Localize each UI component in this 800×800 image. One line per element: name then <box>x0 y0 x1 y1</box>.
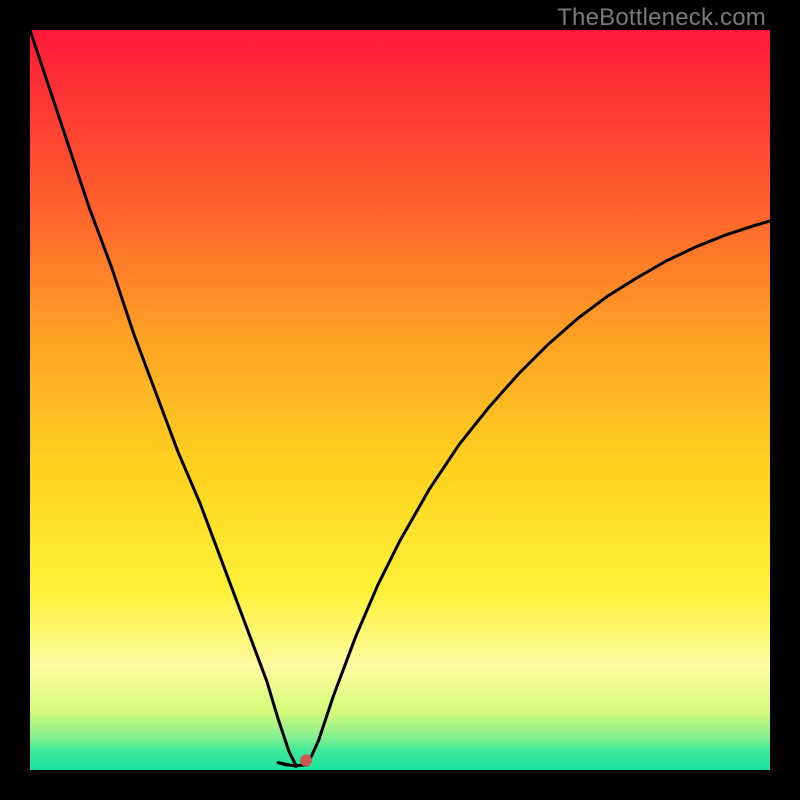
watermark-text: TheBottleneck.com <box>557 4 766 32</box>
bottleneck-chart <box>30 30 770 770</box>
chart-frame: TheBottleneck.com <box>0 0 800 800</box>
optimum-marker <box>300 754 312 766</box>
plot-area <box>30 30 770 770</box>
gradient-background <box>30 30 770 770</box>
